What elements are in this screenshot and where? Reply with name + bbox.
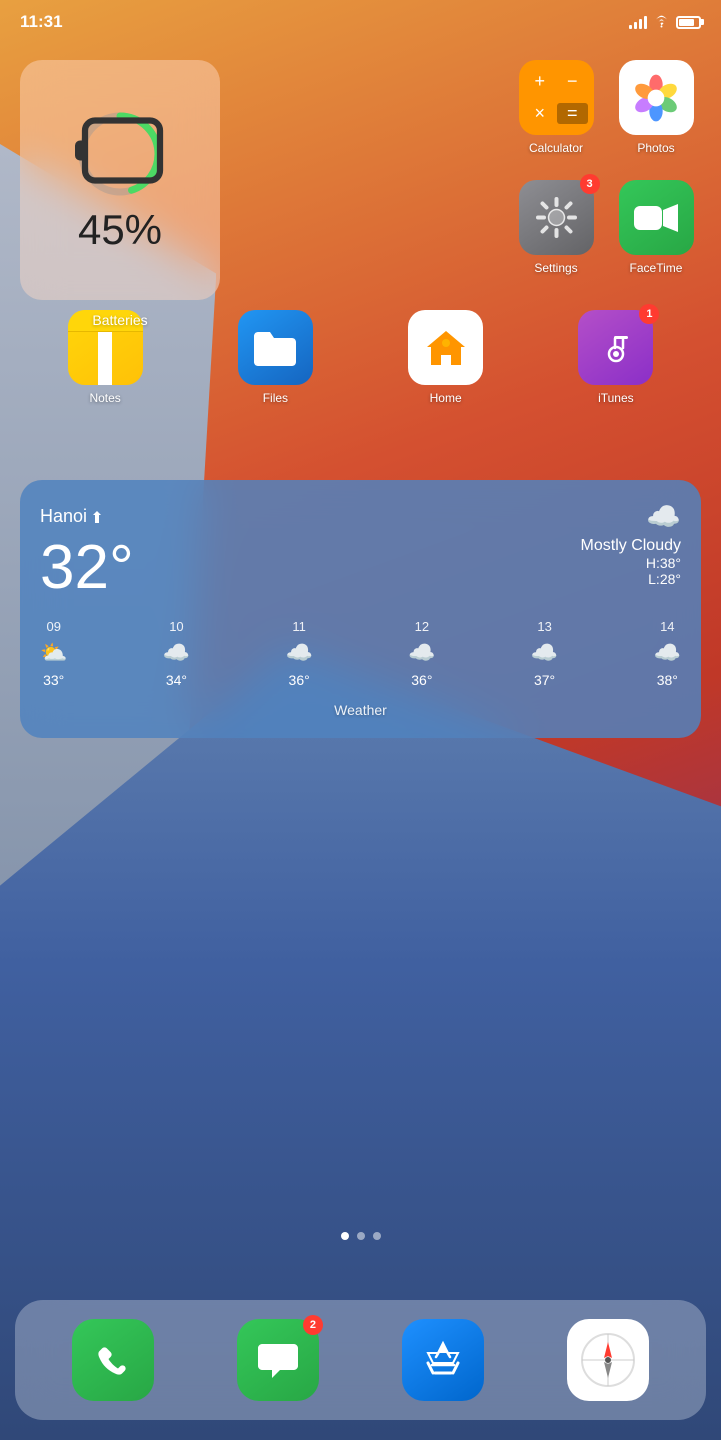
calculator-label: Calculator — [529, 141, 583, 155]
files-folder-svg — [252, 328, 298, 368]
weather-temp-13: 37° — [534, 672, 555, 688]
app-files[interactable]: Files — [238, 310, 313, 405]
facetime-label: FaceTime — [630, 261, 683, 275]
notes-label: Notes — [89, 391, 120, 405]
battery-percent: 45% — [78, 209, 162, 251]
weather-cloud-14: ☁️ — [654, 640, 681, 666]
weather-cloud-13: ☁️ — [531, 640, 558, 666]
settings-gear-svg — [534, 195, 579, 240]
weather-time-12: 12 — [415, 619, 429, 634]
page-dots — [0, 1232, 721, 1240]
weather-time-14: 14 — [660, 619, 674, 634]
batteries-label: Batteries — [20, 312, 220, 328]
dock-app-appstore[interactable] — [402, 1319, 484, 1401]
weather-low: L:28° — [581, 571, 681, 587]
weather-temp-11: 36° — [289, 672, 310, 688]
home-icon — [408, 310, 483, 385]
weather-hourly: 09 ⛅ 33° 10 ☁️ 34° 11 ☁️ 36° 12 ☁️ 36° 1… — [40, 619, 681, 688]
photos-flower-svg — [631, 73, 681, 123]
settings-label: Settings — [534, 261, 577, 275]
dock: 2 — [15, 1300, 706, 1420]
appstore-svg — [418, 1335, 468, 1385]
app-itunes[interactable]: 1 iTunes — [578, 310, 653, 405]
app-settings[interactable]: 3 Settings — [511, 180, 601, 290]
weather-time-09: 09 — [46, 619, 60, 634]
photos-icon — [619, 60, 694, 135]
wifi-icon — [653, 14, 670, 31]
signal-bars-icon — [629, 15, 647, 29]
facetime-icon — [619, 180, 694, 255]
weather-cloud-large: ☁️ — [646, 500, 681, 533]
weather-hour-10: 10 ☁️ 34° — [163, 619, 190, 688]
app-calculator[interactable]: + − × = Calculator — [511, 60, 601, 170]
weather-hour-11: 11 ☁️ 36° — [285, 619, 312, 688]
weather-temp-09: 33° — [43, 672, 64, 688]
weather-time-11: 11 — [292, 619, 306, 634]
battery-icon — [676, 16, 701, 29]
weather-time-13: 13 — [537, 619, 551, 634]
weather-hour-12: 12 ☁️ 36° — [408, 619, 435, 688]
weather-hour-13: 13 ☁️ 37° — [531, 619, 558, 688]
weather-city-row: Hanoi ☁️ — [40, 500, 681, 533]
page-dot-2[interactable] — [357, 1232, 365, 1240]
phone-icon — [72, 1319, 154, 1401]
page-dot-3[interactable] — [373, 1232, 381, 1240]
settings-icon: 3 — [519, 180, 594, 255]
weather-label: Weather — [40, 702, 681, 718]
home-label: Home — [430, 391, 462, 405]
battery-ring-icon — [75, 106, 165, 203]
weather-city-name: Hanoi — [40, 506, 87, 527]
itunes-svg — [594, 326, 638, 370]
app-facetime[interactable]: FaceTime — [611, 180, 701, 290]
home-svg — [423, 325, 469, 371]
phone-svg — [91, 1338, 135, 1382]
app-home[interactable]: Home — [408, 310, 483, 405]
batteries-widget[interactable]: 45% Batteries — [20, 60, 220, 300]
weather-city: Hanoi — [40, 506, 103, 527]
dock-app-messages[interactable]: 2 — [237, 1319, 319, 1401]
weather-hour-09: 09 ⛅ 33° — [40, 619, 67, 688]
itunes-badge: 1 — [639, 304, 659, 324]
messages-badge: 2 — [303, 1315, 323, 1335]
settings-badge: 3 — [580, 174, 600, 194]
safari-svg — [578, 1330, 638, 1390]
weather-cloud-11: ☁️ — [285, 640, 312, 666]
dock-app-phone[interactable] — [72, 1319, 154, 1401]
safari-icon — [567, 1319, 649, 1401]
app-photos[interactable]: Photos — [611, 60, 701, 170]
weather-temp: 32° — [40, 537, 134, 599]
itunes-icon: 1 — [578, 310, 653, 385]
facetime-svg — [633, 202, 679, 234]
messages-svg — [254, 1336, 302, 1384]
weather-high: H:38° — [581, 555, 681, 571]
weather-hour-14: 14 ☁️ 38° — [654, 619, 681, 688]
status-bar: 11:31 — [0, 0, 721, 44]
appstore-icon — [402, 1319, 484, 1401]
weather-main-row: 32° Mostly Cloudy H:38° L:28° — [40, 537, 681, 599]
weather-time-10: 10 — [169, 619, 183, 634]
location-icon — [91, 511, 103, 523]
photos-label: Photos — [637, 141, 674, 155]
weather-cloud-09: ⛅ — [40, 640, 67, 666]
weather-temp-12: 36° — [411, 672, 432, 688]
weather-condition: Mostly Cloudy — [581, 537, 681, 555]
status-time: 11:31 — [20, 12, 63, 32]
weather-desc: Mostly Cloudy H:38° L:28° — [581, 537, 681, 587]
files-icon — [238, 310, 313, 385]
itunes-label: iTunes — [598, 391, 634, 405]
weather-temp-10: 34° — [166, 672, 187, 688]
battery-ring — [75, 109, 165, 199]
page-dot-1[interactable] — [341, 1232, 349, 1240]
files-label: Files — [263, 391, 288, 405]
calculator-icon: + − × = — [519, 60, 594, 135]
status-icons — [629, 14, 701, 31]
weather-widget[interactable]: Hanoi ☁️ 32° Mostly Cloudy H:38° L:28° 0… — [20, 480, 701, 738]
weather-cloud-10: ☁️ — [163, 640, 190, 666]
weather-temp-14: 38° — [657, 672, 678, 688]
dock-app-safari[interactable] — [567, 1319, 649, 1401]
messages-icon: 2 — [237, 1319, 319, 1401]
weather-cloud-12: ☁️ — [408, 640, 435, 666]
